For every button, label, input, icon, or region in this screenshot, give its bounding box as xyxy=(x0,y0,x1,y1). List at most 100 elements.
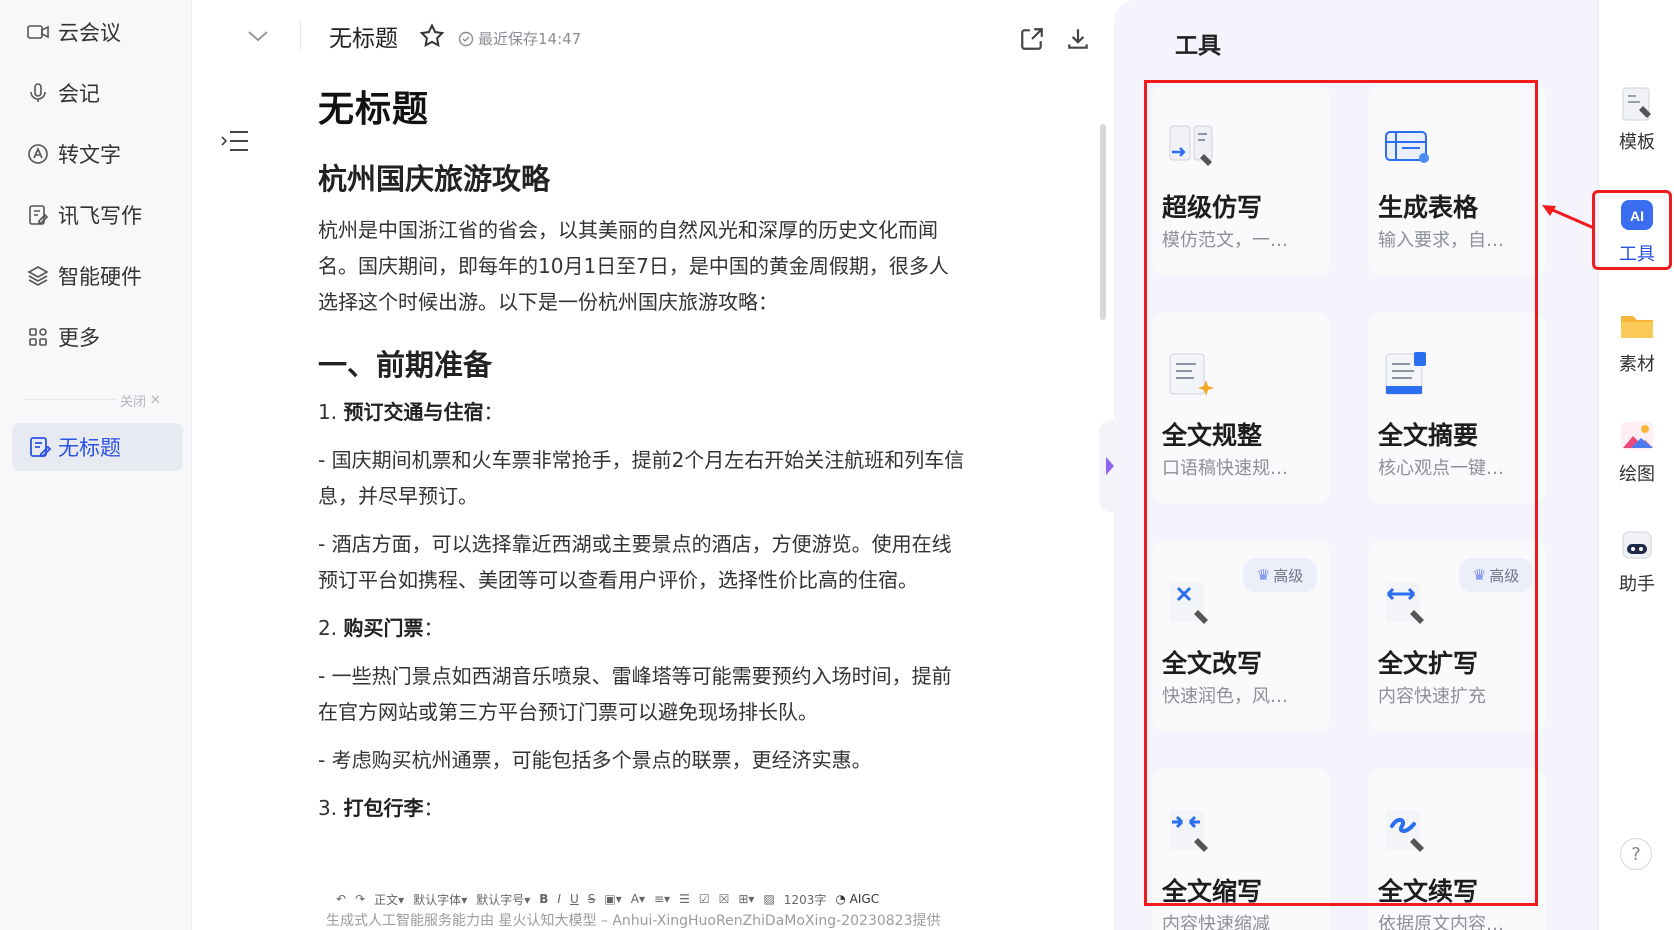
nav-item-label: 更多 xyxy=(58,326,100,350)
list-item: 2. 购买门票： xyxy=(318,610,968,646)
rail-item-label: 助手 xyxy=(1619,574,1655,595)
strikethrough-button[interactable]: S xyxy=(588,892,596,906)
rail-highlight-box xyxy=(1592,190,1672,270)
microphone-icon xyxy=(30,83,46,102)
annotation-arrow xyxy=(1542,205,1595,230)
format-toolbar: ↶ ↷ 正文▾ 默认字体▾ 默认字号▾ B I U S ▣▾ A▾ ≡▾ ☰ ☑… xyxy=(336,888,879,910)
open-document-label: 无标题 xyxy=(58,436,121,460)
insert-image-icon[interactable]: ▨ xyxy=(763,892,774,906)
nav-item-cloud-meeting[interactable]: 云会议 xyxy=(14,9,182,55)
card-description: 内容快速缩减 xyxy=(1162,914,1270,930)
text-convert-icon xyxy=(28,144,48,164)
italic-button[interactable]: I xyxy=(557,892,561,906)
card-description: 依据原文内容… xyxy=(1378,914,1504,930)
document-title: 无标题 xyxy=(318,89,430,130)
outline-toggle-icon[interactable] xyxy=(220,128,250,154)
list-item-title: 购买门票 xyxy=(343,616,424,640)
video-icon xyxy=(27,25,49,39)
highlight-icon[interactable]: ▣▾ xyxy=(604,892,621,906)
paragraph-style-select[interactable]: 正文▾ xyxy=(374,891,404,908)
close-docs-button[interactable]: 关闭 ✕ xyxy=(120,391,161,410)
robot-icon xyxy=(1622,531,1652,559)
panel-title: 工具 xyxy=(1175,33,1221,59)
aigc-label: AIGC xyxy=(849,892,880,906)
list-subitem: - 一些热门景点如西湖音乐喷泉、雷峰塔等可能需要预约入场时间，提前在官方网站或第… xyxy=(318,664,952,724)
check-circle-icon xyxy=(458,31,474,46)
nav-item-label: 智能硬件 xyxy=(58,265,142,289)
nav-item-label: 云会议 xyxy=(58,21,121,45)
share-icon[interactable] xyxy=(1019,26,1045,52)
redo-button[interactable]: ↷ xyxy=(355,892,365,906)
rail-item-assistant[interactable]: 助手 xyxy=(1600,526,1674,596)
list-colon: ： xyxy=(483,400,504,424)
nav-item-label: 转文字 xyxy=(58,143,121,167)
bold-button[interactable]: B xyxy=(539,892,548,906)
bullet-list-icon[interactable]: ☰ xyxy=(679,892,690,906)
rail-item-drawing[interactable]: 绘图 xyxy=(1600,416,1674,486)
intro-paragraph: 杭州是中国浙江省的省会，以其美丽的自然风光和深厚的历史文化而闻名。国庆期间，即每… xyxy=(318,218,949,314)
left-navigation: 云会议 会记 转文字 讯飞写作 智能硬件 更多 关闭 ✕ 无标题 xyxy=(0,0,192,930)
ai-disclaimer: 生成式人工智能服务能力由 星火认知大模型 – Anhui-XingHuoRenZ… xyxy=(326,913,941,929)
aigc-badge[interactable]: ◔ AIGC xyxy=(835,892,879,906)
list-item: 1. 预订交通与住宿： xyxy=(318,394,968,430)
rail-item-template[interactable]: 模板 xyxy=(1600,84,1674,154)
layers-icon xyxy=(27,266,49,286)
image-icon xyxy=(1621,422,1653,450)
rail-item-label: 素材 xyxy=(1619,354,1655,375)
checklist-icon[interactable]: ☑ xyxy=(699,892,710,906)
list-number: 3. xyxy=(318,796,344,820)
highlight-annotation-box xyxy=(1144,80,1538,906)
template-icon xyxy=(1622,87,1651,121)
document-title-header[interactable]: 无标题 xyxy=(329,19,398,53)
nav-item-label: 讯飞写作 xyxy=(58,204,142,228)
rail-item-label: 模板 xyxy=(1619,132,1655,153)
save-status-text: 最近保存14:47 xyxy=(478,30,582,48)
help-button[interactable]: ? xyxy=(1620,838,1652,870)
nav-item-more[interactable]: 更多 xyxy=(14,314,182,360)
close-label: 关闭 xyxy=(120,395,147,410)
task-icon[interactable]: ☒ xyxy=(719,892,730,906)
close-icon: ✕ xyxy=(150,393,161,408)
document-edit-icon xyxy=(30,437,52,457)
open-document-item[interactable]: 无标题 xyxy=(12,423,183,471)
font-size-select[interactable]: 默认字号▾ xyxy=(476,891,530,908)
rail-item-materials[interactable]: 素材 xyxy=(1600,306,1674,376)
grid-icon xyxy=(29,328,47,346)
document-body[interactable]: 无标题 杭州国庆旅游攻略 杭州是中国浙江省的省会，以其美丽的自然风光和深厚的历史… xyxy=(318,80,968,838)
editor-scrollbar[interactable] xyxy=(1100,124,1106,320)
word-count: 1203字 xyxy=(783,892,827,907)
list-colon: ： xyxy=(423,616,444,640)
table-icon[interactable]: ⊞▾ xyxy=(738,892,754,906)
nav-item-hardware[interactable]: 智能硬件 xyxy=(14,253,182,299)
underline-button[interactable]: U xyxy=(570,892,579,906)
rail-item-label: 绘图 xyxy=(1619,464,1655,485)
undo-button[interactable]: ↶ xyxy=(336,892,346,906)
list-item-title: 预订交通与住宿 xyxy=(343,400,484,424)
folder-icon xyxy=(1621,316,1653,338)
font-size-label: 默认字号 xyxy=(476,892,525,907)
save-status: 最近保存14:47 xyxy=(458,28,581,49)
nav-item-transcribe[interactable]: 转文字 xyxy=(14,131,182,177)
list-subitem: - 酒店方面，可以选择靠近西湖或主要景点的酒店，方便游览。使用在线预订平台如携程… xyxy=(318,532,952,592)
list-item: 3. 打包行李： xyxy=(318,790,968,826)
list-number: 1. xyxy=(318,400,344,424)
header-divider xyxy=(300,20,301,50)
document-heading: 杭州国庆旅游攻略 xyxy=(318,162,551,196)
edit-doc-icon xyxy=(29,205,49,225)
list-subitem: - 考虑购买杭州通票，可能包括多个景点的联票，更经济实惠。 xyxy=(318,748,872,772)
nav-item-meeting-notes[interactable]: 会记 xyxy=(14,70,182,116)
star-icon[interactable] xyxy=(418,22,446,50)
section-heading: 一、前期准备 xyxy=(318,348,493,382)
nav-item-label: 会记 xyxy=(58,82,100,106)
chevron-down-icon[interactable] xyxy=(245,26,271,46)
align-icon[interactable]: ≡▾ xyxy=(654,892,670,906)
font-color-icon[interactable]: A▾ xyxy=(631,892,645,906)
list-item-title: 打包行李 xyxy=(343,796,424,820)
list-colon: ： xyxy=(423,796,444,820)
paragraph-style-label: 正文 xyxy=(374,892,399,907)
font-family-select[interactable]: 默认字体▾ xyxy=(413,891,467,908)
nav-item-writing[interactable]: 讯飞写作 xyxy=(14,192,182,238)
list-subitem: - 国庆期间机票和火车票非常抢手，提前2个月左右开始关注航班和列车信息，并尽早预… xyxy=(318,448,965,508)
download-icon[interactable] xyxy=(1065,26,1091,52)
nav-divider xyxy=(24,399,116,400)
